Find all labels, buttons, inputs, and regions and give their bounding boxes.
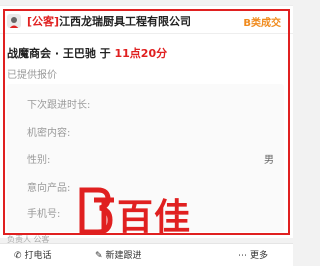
detail-panel: 下次跟进时长: 机密内容: 性别: 男 意向产品: 手机号: bbox=[7, 84, 284, 232]
new-followup-button[interactable]: ✎ 新建跟进 bbox=[95, 248, 142, 261]
company-title[interactable]: [公客]江西龙瑞厨具工程有限公司 bbox=[27, 13, 191, 29]
more-icon: ⋯ bbox=[238, 251, 247, 261]
phone-icon: ✆ bbox=[14, 251, 22, 261]
more-button[interactable]: ⋯ 更多 bbox=[238, 248, 268, 261]
edit-icon: ✎ bbox=[95, 251, 103, 261]
field-value-gender: 男 bbox=[264, 155, 274, 166]
more-label: 更多 bbox=[250, 251, 269, 261]
bottom-action-bar: ✆ 打电话 ✎ 新建跟进 ⋯ 更多 bbox=[0, 243, 293, 266]
activity-prefix: 战魔商会 · 王巴驰 于 bbox=[7, 47, 115, 60]
field-label-phone: 手机号: bbox=[27, 209, 61, 220]
new-followup-label: 新建跟进 bbox=[105, 251, 142, 261]
company-name: 江西龙瑞厨具工程有限公司 bbox=[59, 15, 192, 28]
field-label-next-followup: 下次跟进时长: bbox=[27, 100, 91, 111]
activity-line: 战魔商会 · 王巴驰 于 11点20分 bbox=[7, 45, 167, 61]
avatar bbox=[7, 14, 21, 28]
call-button-label: 打电话 bbox=[24, 251, 52, 261]
field-label-gender: 性别: bbox=[27, 155, 51, 166]
category-badge: B类成交 bbox=[243, 18, 281, 29]
activity-time: 11点20分 bbox=[114, 47, 168, 60]
header-divider bbox=[0, 33, 293, 34]
customer-card[interactable]: [公客]江西龙瑞厨具工程有限公司 B类成交 战魔商会 · 王巴驰 于 11点20… bbox=[0, 5, 293, 244]
customer-type-tag: [公客] bbox=[27, 15, 60, 28]
field-label-intended-product: 意向产品: bbox=[27, 183, 71, 194]
call-button[interactable]: ✆ 打电话 bbox=[14, 248, 52, 261]
status-text: 已提供报价 bbox=[7, 70, 57, 81]
field-label-secret-content: 机密内容: bbox=[27, 128, 71, 139]
